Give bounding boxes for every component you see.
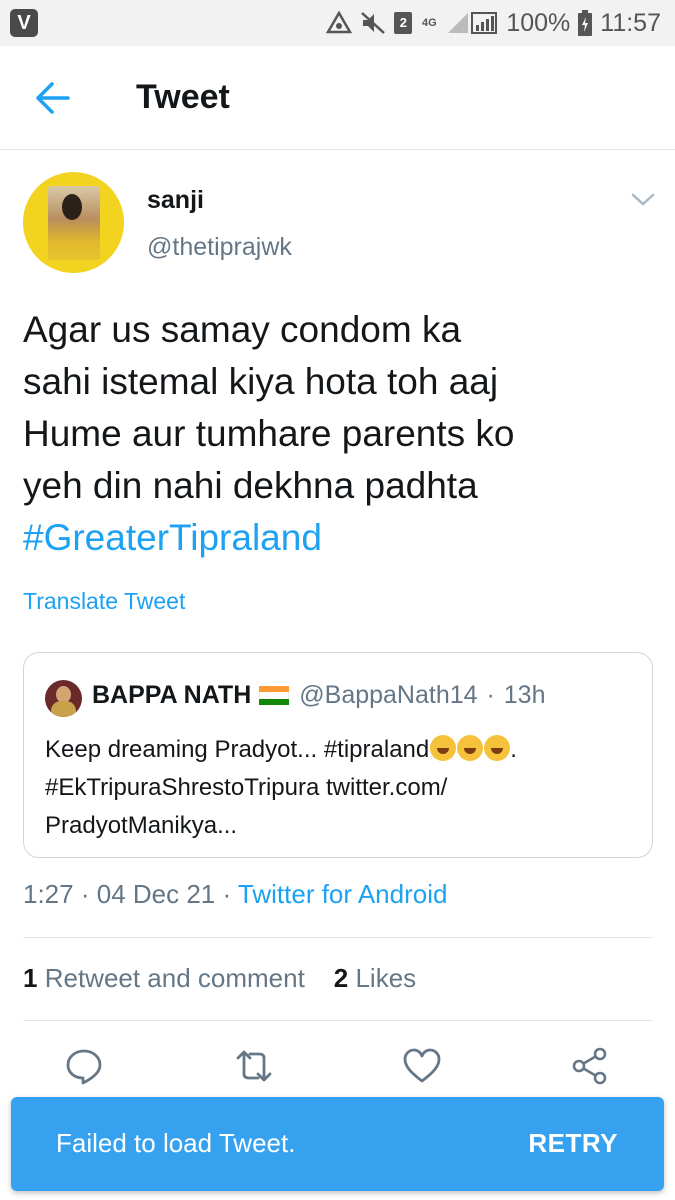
tweet-date: 04 Dec 21 — [96, 879, 216, 909]
hashtag-link[interactable]: #GreaterTipraland — [23, 512, 653, 564]
quoted-author-name: BAPPA NATH — [92, 681, 252, 709]
sim-slot-icon: 2 — [394, 12, 413, 34]
quoted-author-avatar — [45, 680, 82, 717]
like-count: 2 — [333, 963, 349, 993]
quoted-tweet-header: BAPPA NATH @BappaNath14 · 13h — [92, 681, 546, 710]
quoted-tweet-age: 13h — [503, 681, 546, 709]
error-snackbar: Failed to load Tweet. RETRY — [11, 1097, 664, 1191]
rofl-emoji-icon — [484, 735, 511, 761]
tweet-text-line: Agar us samay condom ka — [23, 309, 462, 350]
quoted-line-end: . — [510, 736, 517, 763]
battery-percent: 100% — [506, 8, 571, 37]
tweet-source-link[interactable]: Twitter for Android — [238, 879, 448, 909]
data-saver-icon — [326, 11, 353, 35]
author-name[interactable]: sanji — [147, 186, 204, 215]
retweet-icon[interactable] — [234, 1046, 274, 1086]
rofl-emoji-icon — [457, 735, 484, 761]
tweet-text-line: sahi istemal kiya hota toh aaj — [23, 361, 499, 402]
tweet-text-line: yeh din nahi dekhna padhta — [23, 465, 478, 506]
divider — [23, 1020, 653, 1021]
mute-icon — [360, 11, 386, 35]
engagement-counts: 1 Retweet and comment 2 Likes — [23, 963, 416, 994]
india-flag-icon — [259, 685, 290, 706]
avatar-photo — [48, 186, 100, 260]
share-icon[interactable] — [570, 1046, 610, 1086]
app-header: Tweet — [0, 46, 675, 150]
retweet-label: Retweet and comment — [44, 963, 305, 993]
tweet-time: 1:27 — [23, 879, 74, 909]
flag-stripe — [259, 685, 290, 693]
quoted-tweet-line: PradyotManikya... — [45, 812, 238, 839]
meta-separator: · — [479, 681, 502, 709]
retweet-count: 1 — [23, 963, 38, 993]
likes-count-link[interactable]: 2 Likes — [334, 963, 416, 993]
avatar-head — [62, 194, 82, 220]
chevron-down-icon[interactable] — [630, 191, 656, 209]
divider — [23, 937, 653, 938]
snackbar-message: Failed to load Tweet. — [56, 1128, 296, 1158]
page-title: Tweet — [136, 78, 230, 116]
app-notification-icon: V — [10, 9, 38, 37]
status-icons: 2 4G 100% 11:57 — [326, 8, 661, 38]
network-type-label: 4G — [421, 16, 437, 29]
author-avatar[interactable] — [23, 172, 124, 273]
status-time: 11:57 — [600, 8, 661, 37]
tweet-text: Agar us samay condom ka sahi istemal kiy… — [23, 304, 653, 564]
reply-icon[interactable] — [64, 1046, 104, 1086]
meta-separator: · — [80, 879, 97, 909]
retweet-count-link[interactable]: 1 Retweet and comment — [23, 963, 305, 993]
heart-icon[interactable] — [402, 1046, 442, 1086]
author-handle[interactable]: @thetiprajwk — [147, 233, 292, 262]
signal-icon — [446, 11, 498, 35]
likes-label: Likes — [355, 963, 417, 993]
avatar-body — [51, 701, 76, 717]
quoted-tweet-card[interactable]: BAPPA NATH @BappaNath14 · 13h Keep dream… — [23, 652, 653, 858]
back-arrow-icon[interactable] — [34, 80, 74, 116]
meta-separator: · — [222, 879, 238, 909]
tweet-timestamp: 1:27 · 04 Dec 21 · Twitter for Android — [23, 879, 447, 910]
flag-stripe — [259, 692, 290, 699]
quoted-tweet-text: Keep dreaming Pradyot... #tipraland. #Ek… — [45, 731, 517, 845]
retry-button[interactable]: RETRY — [528, 1128, 618, 1159]
battery-charging-icon — [578, 10, 593, 36]
rofl-emoji-icon — [430, 735, 457, 761]
quoted-author-handle: @BappaNath14 — [299, 681, 478, 709]
status-bar: V 2 4G 100% 11:57 — [0, 0, 675, 46]
flag-stripe — [259, 698, 290, 706]
translate-tweet-link[interactable]: Translate Tweet — [23, 588, 185, 615]
tweet-text-line: Hume aur tumhare parents ko — [23, 413, 515, 454]
quoted-tweet-line: Keep dreaming Pradyot... #tipraland. — [45, 731, 517, 769]
quoted-line-text: Keep dreaming Pradyot... #tipraland — [45, 736, 430, 763]
quoted-tweet-line: #EkTripuraShrestoTripura twitter.com/ — [45, 774, 448, 801]
